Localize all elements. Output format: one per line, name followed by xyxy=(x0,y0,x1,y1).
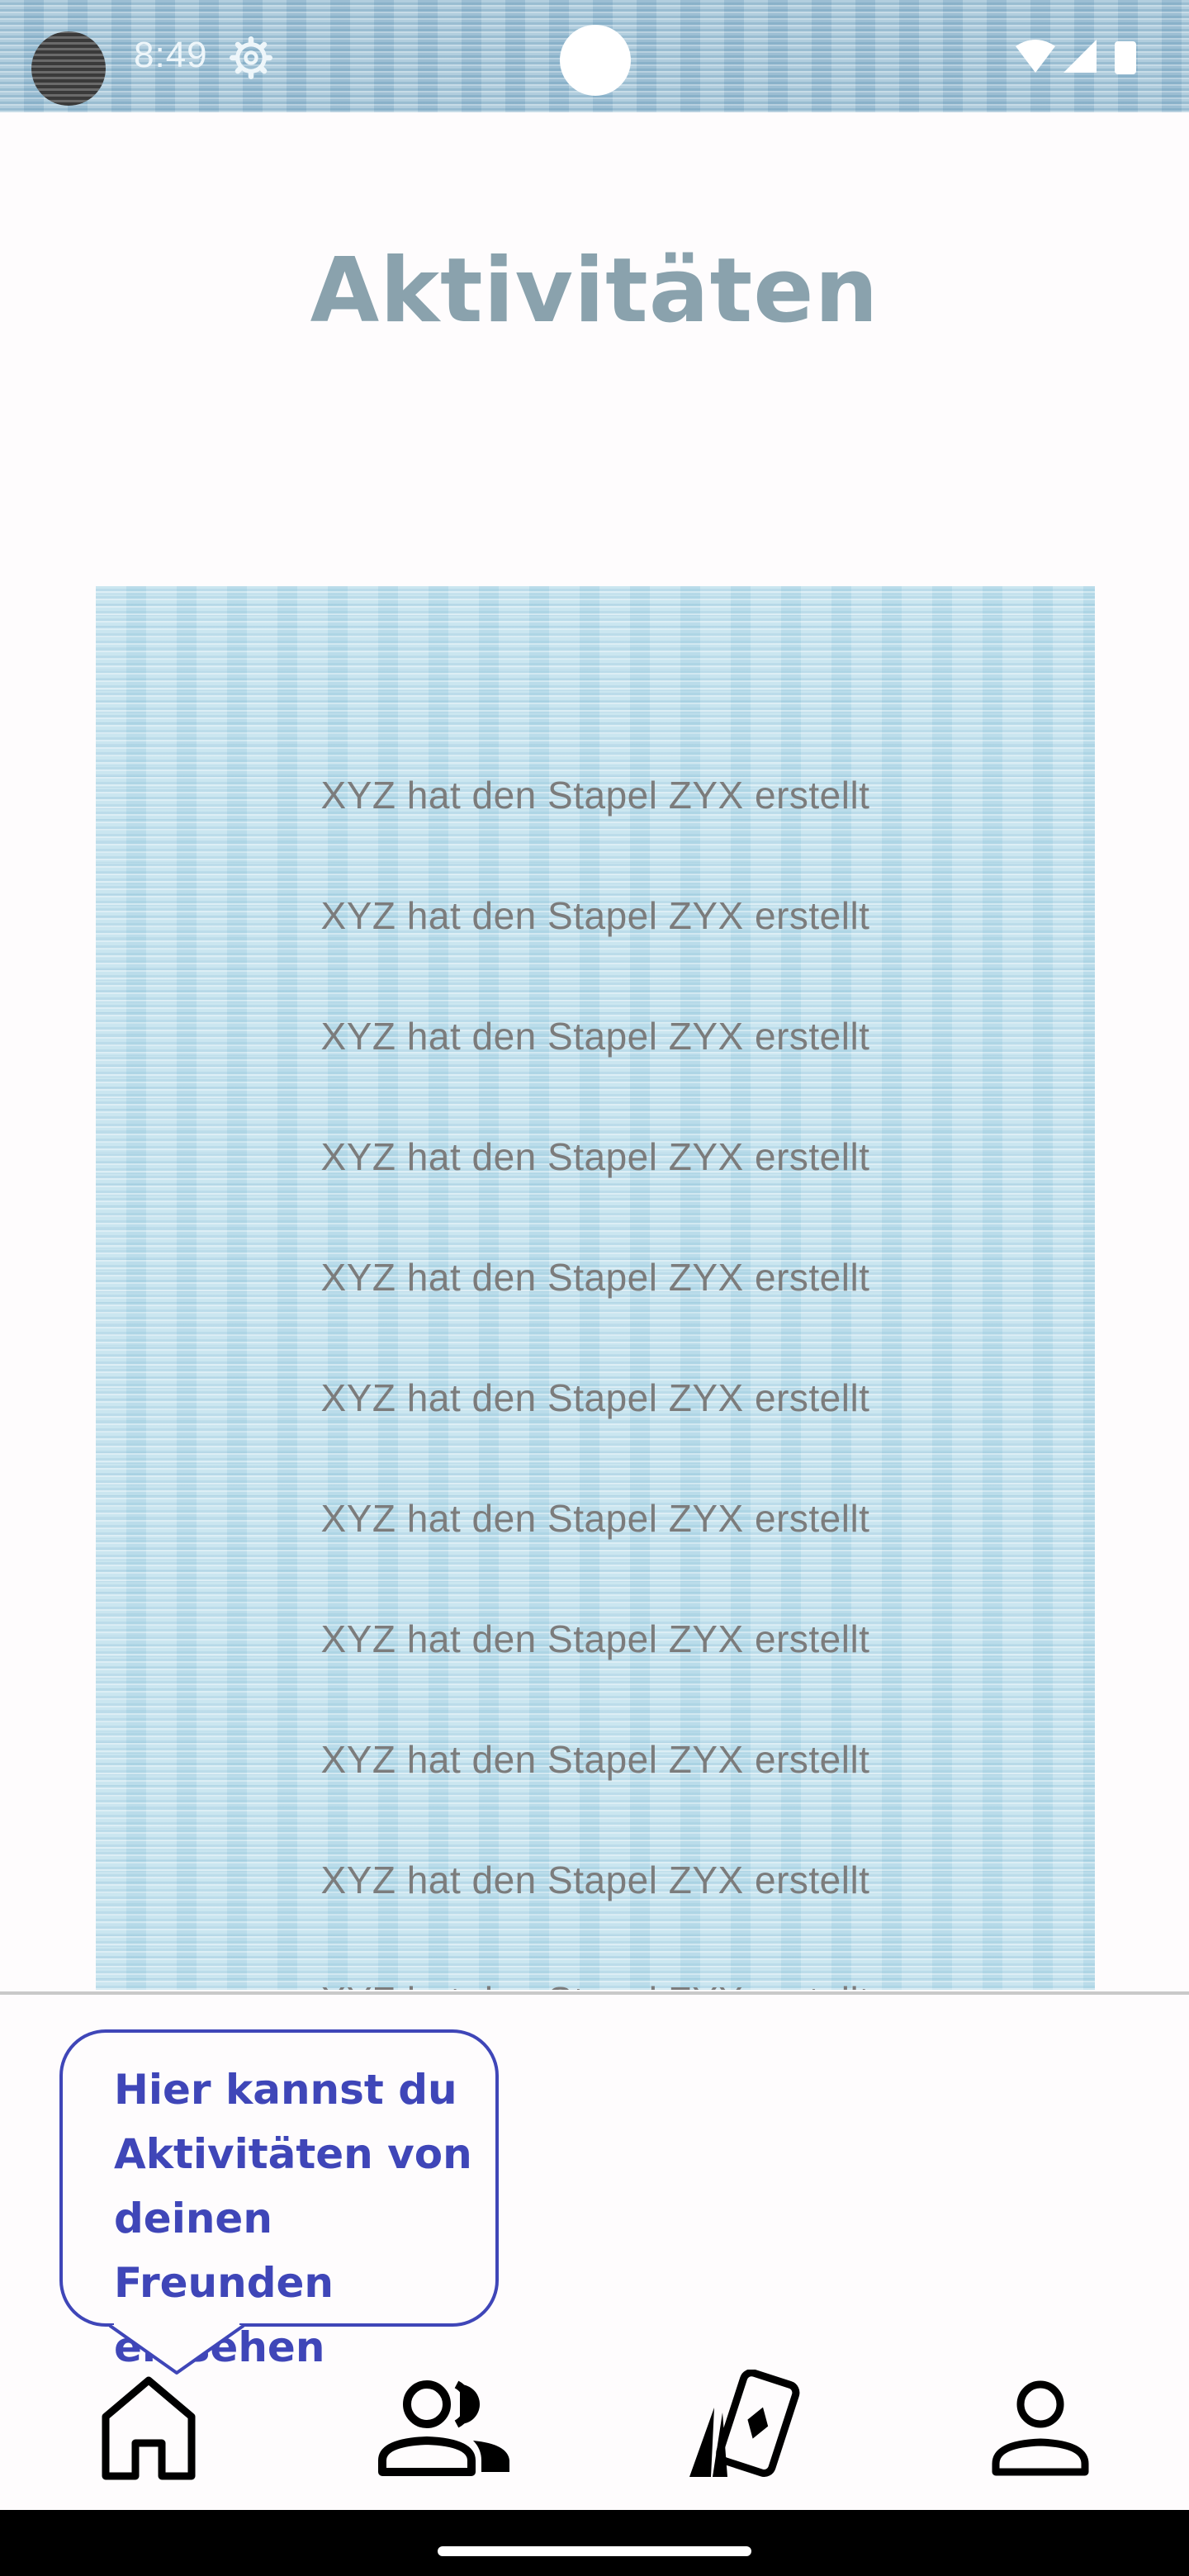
status-time: 8:49 xyxy=(134,35,208,75)
activity-item: XYZ hat den Stapel ZYX erstellt xyxy=(320,1738,870,1781)
activity-item: XYZ hat den Stapel ZYX erstellt xyxy=(320,1135,870,1178)
status-icons xyxy=(1016,40,1136,74)
card-deck-icon xyxy=(689,2370,800,2477)
onboarding-tooltip[interactable]: Hier kannst du Aktivitäten von deinen Fr… xyxy=(59,2029,499,2371)
status-bar: 8:49 xyxy=(0,0,1189,112)
home-icon xyxy=(102,2376,196,2480)
activity-item: XYZ hat den Stapel ZYX erstellt xyxy=(320,894,870,937)
status-avatar-icon xyxy=(31,31,106,106)
app-screen: 8:49 Aktivitäten XYZ hat den Stapel ZYX … xyxy=(0,0,1189,2576)
nav-divider xyxy=(0,1991,1189,1995)
home-gesture-handle[interactable] xyxy=(438,2546,751,2556)
bottom-navigation xyxy=(0,2361,1189,2510)
nav-item-profile[interactable] xyxy=(958,2361,1123,2493)
activity-list: XYZ hat den Stapel ZYX erstellt XYZ hat … xyxy=(96,735,1095,1990)
activity-item: XYZ hat den Stapel ZYX erstellt xyxy=(320,1617,870,1660)
camera-cutout xyxy=(560,25,631,96)
battery-icon xyxy=(1115,41,1136,74)
nav-item-card-decks[interactable] xyxy=(661,2361,826,2493)
nav-item-home[interactable] xyxy=(66,2361,231,2493)
page-title: Aktivitäten xyxy=(310,239,879,343)
activity-item: XYZ hat den Stapel ZYX erstellt xyxy=(96,1940,1095,1990)
activity-item: XYZ hat den Stapel ZYX erstellt xyxy=(320,1015,870,1058)
settings-gear-icon xyxy=(230,36,272,79)
wifi-icon xyxy=(1016,40,1055,73)
activity-item: XYZ hat den Stapel ZYX erstellt xyxy=(320,1859,870,1901)
nav-item-friends[interactable] xyxy=(363,2361,528,2493)
activity-item: XYZ hat den Stapel ZYX erstellt xyxy=(320,1376,870,1419)
activity-item: XYZ hat den Stapel ZYX erstellt xyxy=(320,1256,870,1299)
activity-item: XYZ hat den Stapel ZYX erstellt xyxy=(320,1497,870,1540)
activity-feed-card[interactable]: XYZ hat den Stapel ZYX erstellt XYZ hat … xyxy=(96,586,1095,1990)
activity-item: XYZ hat den Stapel ZYX erstellt xyxy=(320,774,870,817)
system-gesture-bar xyxy=(0,2510,1189,2576)
profile-icon xyxy=(992,2380,1089,2476)
friends-icon xyxy=(378,2380,509,2476)
cellular-signal-icon xyxy=(1063,40,1097,73)
